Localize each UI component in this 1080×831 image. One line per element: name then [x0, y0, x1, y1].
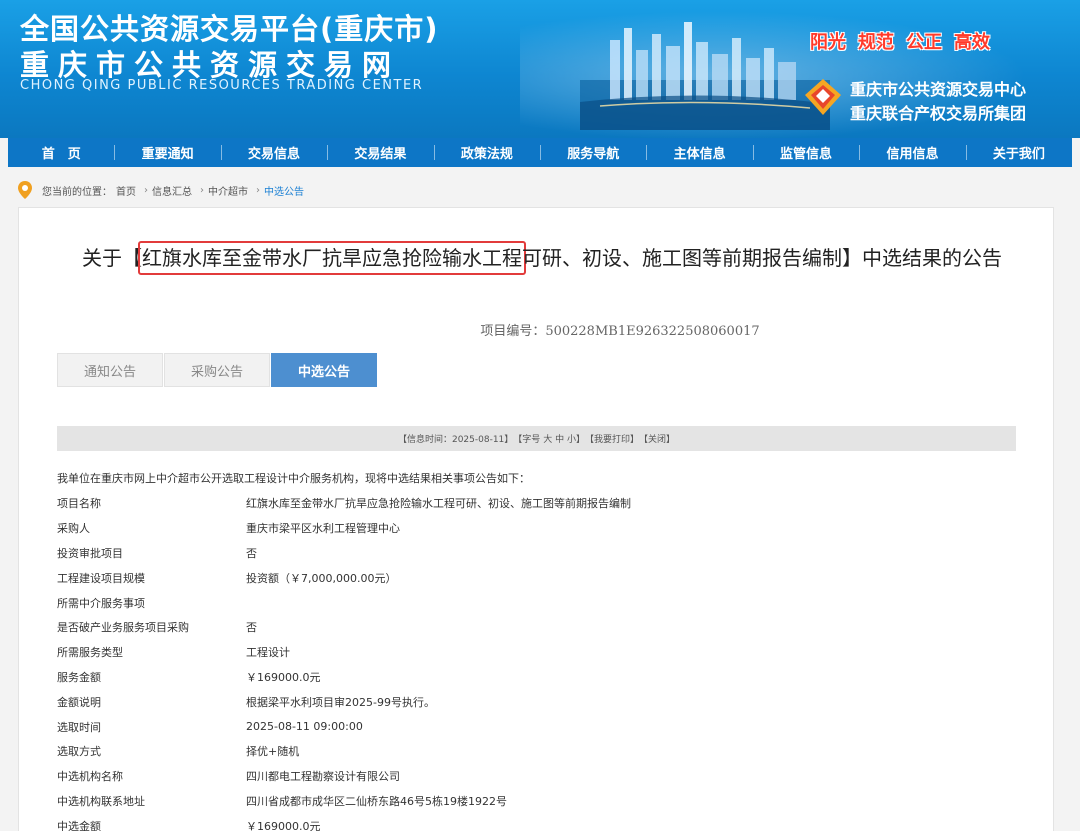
breadcrumb-agency-market[interactable]: 中介超市 [208, 183, 248, 198]
breadcrumb-current[interactable]: 中选公告 [264, 183, 304, 198]
detail-key: 采购人 [57, 522, 90, 536]
slogan-3: 公正 [906, 32, 942, 53]
detail-value: 工程设计 [246, 646, 290, 660]
tab-procurement[interactable]: 采购公告 [164, 353, 270, 387]
detail-key: 中选机构联系地址 [57, 794, 145, 808]
site-title-english: CHONG QING PUBLIC RESOURCES TRADING CENT… [20, 78, 424, 93]
detail-row: 采购人 重庆市梁平区水利工程管理中心 [57, 516, 631, 541]
main-nav: 首 页 重要通知 交易信息 交易结果 政策法规 服务导航 主体信息 监管信息 信… [8, 138, 1072, 167]
detail-key: 金额说明 [57, 695, 101, 709]
detail-row: 选取时间 2025-08-11 09:00:00 [57, 714, 631, 739]
location-pin-icon [18, 181, 32, 199]
chevron-right-icon: › [256, 184, 260, 196]
detail-row: 所需服务类型 工程设计 [57, 640, 631, 665]
detail-key: 投资审批项目 [57, 546, 123, 560]
detail-value: 否 [246, 621, 257, 635]
detail-row: 中选金额 ￥169000.0元 [57, 813, 631, 831]
tab-selection-result[interactable]: 中选公告 [271, 353, 377, 387]
detail-value: 重庆市梁平区水利工程管理中心 [246, 522, 400, 536]
detail-row: 金额说明 根据梁平水利项目审2025-99号执行。 [57, 689, 631, 714]
font-large-link[interactable]: 大 [543, 432, 552, 445]
detail-row: 选取方式 择优+随机 [57, 739, 631, 764]
notice-title-highlight: 红旗水库至金带水厂抗旱应急抢险输水工程 [138, 241, 526, 275]
detail-row: 是否破产业务服务项目采购 否 [57, 615, 631, 640]
detail-row: 投资审批项目 否 [57, 541, 631, 566]
nav-service-guide[interactable]: 服务导航 [540, 138, 646, 167]
city-skyline-image [580, 22, 830, 130]
detail-row: 所需中介服务事项 [57, 590, 631, 615]
detail-key: 服务金额 [57, 670, 101, 684]
slogan-2: 规范 [858, 32, 894, 53]
nav-about[interactable]: 关于我们 [965, 138, 1072, 167]
detail-value: 2025-08-11 09:00:00 [246, 720, 363, 734]
detail-value: 四川都电工程勘察设计有限公司 [246, 770, 400, 784]
detail-row: 项目名称 红旗水库至金带水厂抗旱应急抢险输水工程可研、初设、施工图等前期报告编制 [57, 491, 631, 516]
detail-key: 是否破产业务服务项目采购 [57, 621, 189, 635]
font-size-label: 【字号 [513, 435, 541, 445]
slogan-1: 阳光 [810, 32, 846, 53]
breadcrumb-info-summary[interactable]: 信息汇总 [152, 183, 192, 198]
nav-policy[interactable]: 政策法规 [433, 138, 540, 167]
nav-supervision[interactable]: 监管信息 [752, 138, 859, 167]
slogan-group: 阳光 规范 公正 高效 [810, 28, 990, 54]
notice-tabs: 通知公告 采购公告 中选公告 [57, 353, 377, 387]
detail-value: ￥169000.0元 [246, 670, 321, 684]
detail-key: 中选金额 [57, 819, 101, 831]
chevron-right-icon: › [200, 184, 204, 196]
notice-title-suffix: 可研、初设、施工图等前期报告编制】中选结果的公告 [522, 246, 1002, 270]
detail-value: 红旗水库至金带水厂抗旱应急抢险输水工程可研、初设、施工图等前期报告编制 [246, 497, 631, 511]
detail-key: 工程建设项目规模 [57, 571, 145, 585]
detail-row: 中选机构联系地址 四川省成都市成华区二仙桥东路46号5栋19楼1922号 [57, 789, 631, 814]
detail-value: 择优+随机 [246, 745, 300, 759]
org-name-group: 重庆联合产权交易所集团 [850, 104, 1027, 123]
nav-trade-result[interactable]: 交易结果 [327, 138, 433, 167]
org-name-center: 重庆市公共资源交易中心 [850, 80, 1027, 99]
breadcrumb-home[interactable]: 首页 [116, 183, 136, 198]
breadcrumb: 您当前的位置： 首页 › 信息汇总 › 中介超市 › 中选公告 [18, 181, 308, 199]
result-details: 项目名称 红旗水库至金带水厂抗旱应急抢险输水工程可研、初设、施工图等前期报告编制 … [57, 491, 631, 831]
nav-trade-info[interactable]: 交易信息 [220, 138, 327, 167]
detail-key: 选取方式 [57, 745, 101, 759]
detail-value: 投资额（￥7,000,000.00元） [246, 571, 397, 585]
detail-row: 服务金额 ￥169000.0元 [57, 665, 631, 690]
slogan-4: 高效 [954, 32, 990, 53]
font-small-link[interactable]: 小】 [567, 432, 585, 445]
info-toolbar: 【信息时间：2025-08-11】 【字号 大 中 小】 【我要打印】 【关闭】 [57, 426, 1016, 451]
close-link[interactable]: 【关闭】 [639, 432, 675, 445]
nav-important-notice[interactable]: 重要通知 [114, 138, 220, 167]
detail-value: 根据梁平水利项目审2025-99号执行。 [246, 695, 435, 709]
notice-title-prefix: 关于【 [82, 246, 142, 270]
detail-key: 所需中介服务事项 [57, 596, 145, 610]
breadcrumb-label: 您当前的位置： [42, 186, 112, 198]
exchange-logo-icon [805, 79, 841, 115]
info-time: 【信息时间：2025-08-11】 [397, 435, 514, 445]
detail-row: 工程建设项目规模 投资额（￥7,000,000.00元） [57, 565, 631, 590]
detail-key: 选取时间 [57, 720, 101, 734]
detail-value: 否 [246, 546, 257, 560]
tab-notice[interactable]: 通知公告 [57, 353, 163, 387]
detail-row: 中选机构名称 四川都电工程勘察设计有限公司 [57, 764, 631, 789]
detail-value: 四川省成都市成华区二仙桥东路46号5栋19楼1922号 [246, 794, 507, 808]
site-header-banner: 全国公共资源交易平台(重庆市) 重庆市公共资源交易网 CHONG QING PU… [0, 0, 1080, 138]
print-link[interactable]: 【我要打印】 [585, 432, 639, 445]
nav-entity-info[interactable]: 主体信息 [646, 138, 752, 167]
detail-key: 中选机构名称 [57, 770, 123, 784]
detail-value: ￥169000.0元 [246, 819, 321, 831]
nav-home[interactable]: 首 页 [8, 138, 114, 167]
font-medium-link[interactable]: 中 [555, 432, 564, 445]
chevron-right-icon: › [144, 184, 148, 196]
detail-key: 所需服务类型 [57, 646, 123, 660]
notice-title: 关于【红旗水库至金带水厂抗旱应急抢险输水工程可研、初设、施工图等前期报告编制】中… [62, 241, 1022, 275]
project-number: 项目编号：500228MB1E926322508060017 [480, 324, 760, 339]
nav-credit[interactable]: 信用信息 [859, 138, 965, 167]
detail-key: 项目名称 [57, 497, 101, 511]
notice-intro: 我单位在重庆市网上中介超市公开选取工程设计中介服务机构，现将中选结果相关事项公告… [57, 472, 530, 485]
